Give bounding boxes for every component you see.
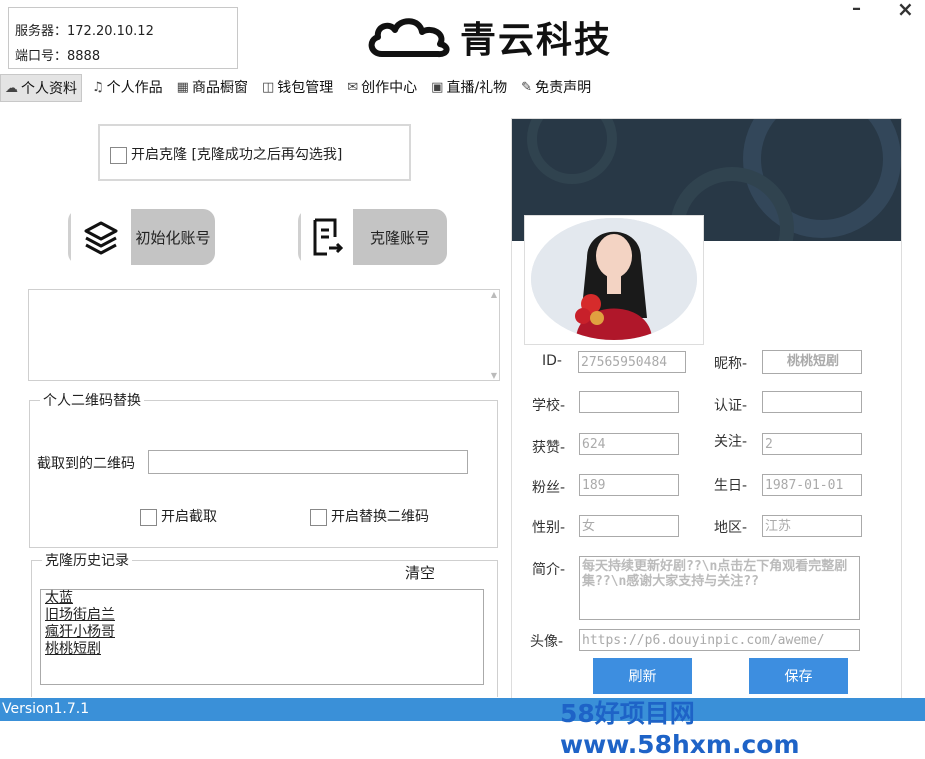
checkbox-square [110,146,127,164]
app-logo: 青云科技 [364,8,612,66]
export-doc-icon [298,209,353,265]
birthday-label: 生日- [714,478,748,494]
close-button[interactable]: × [897,0,914,21]
gender-label: 性别- [532,520,566,536]
cert-field[interactable] [762,391,862,413]
qr-group-title: 个人二维码替换 [40,390,144,410]
music-icon: ♫ [92,79,104,95]
init-account-button[interactable]: 初始化账号 [68,209,215,265]
list-item[interactable]: 瘋犴小杨哥 [45,624,483,641]
likes-label: 获赞- [532,440,566,456]
fans-label: 粉丝- [532,480,566,496]
region-label: 地区- [714,520,748,536]
server-address: 服务器：172.20.10.12 [15,24,154,39]
bio-label: 简介- [532,562,566,578]
history-group-title: 克隆历史记录 [42,550,132,570]
tab-personal-info[interactable]: ☁ 个人资料 [0,74,82,102]
scroll-up-icon[interactable]: ▲ [491,290,497,299]
cloud-icon: ☁ [5,80,18,96]
scroll-down-icon[interactable]: ▼ [491,371,497,380]
id-field[interactable]: 27565950484 [578,351,686,373]
version-label: Version1.7.1 [2,701,90,717]
store-icon: ▦ [176,79,189,95]
avatar[interactable] [531,218,697,340]
bio-field[interactable]: 每天持续更新好剧??\n点击左下角观看完整剧集??\n感谢大家支持与关注?? [579,556,860,620]
list-item[interactable]: 太蓝 [45,590,483,607]
server-info-box: 服务器：172.20.10.12 端口号：8888 [8,7,238,69]
avatar-url-label: 头像- [530,634,564,650]
clone-account-button[interactable]: 克隆账号 [298,209,447,265]
tab-live-gift[interactable]: ▣ 直播/礼物 [427,74,511,100]
tab-creator[interactable]: ✉ 创作中心 [343,74,421,100]
enable-capture-checkbox[interactable]: 开启截取 [140,506,217,526]
follow-field[interactable]: 2 [762,433,862,455]
avatar-url-field[interactable]: https://p6.douyinpic.com/aweme/ [579,629,860,651]
enable-replace-checkbox[interactable]: 开启替换二维码 [310,506,429,526]
gender-field[interactable]: 女 [579,515,679,537]
save-button[interactable]: 保存 [749,658,848,694]
log-textarea[interactable]: ▲ ▼ [28,289,500,381]
server-port: 端口号：8888 [15,49,101,64]
logo-text: 青云科技 [460,19,613,61]
clear-history-button[interactable]: 清空 [405,562,435,583]
mail-icon: ✉ [347,79,359,95]
tv-icon: ▣ [431,79,444,95]
avatar-frame [524,215,704,345]
tab-store[interactable]: ▦ 商品橱窗 [173,74,252,100]
history-list: 太蓝 旧场街启兰 瘋犴小杨哥 桃桃短剧 [40,589,484,685]
minimize-button[interactable]: – [852,0,861,19]
layers-icon [68,209,131,265]
id-label: ID- [542,353,562,369]
main-tabs: ☁ 个人资料 ♫ 个人作品 ▦ 商品橱窗 ◫ 钱包管理 ✉ 创作中心 ▣ 直播/… [0,74,925,102]
fans-field[interactable]: 189 [579,474,679,496]
tab-wallet[interactable]: ◫ 钱包管理 [258,74,337,100]
tab-works[interactable]: ♫ 个人作品 [88,74,167,100]
nickname-field[interactable]: 桃桃短剧 [762,350,862,374]
school-field[interactable] [579,391,679,413]
birthday-field[interactable]: 1987-01-01 [762,474,862,496]
note-icon: ✎ [521,79,533,95]
cloud-icon [368,18,450,58]
region-field[interactable]: 江苏 [762,515,862,537]
school-label: 学校- [532,398,566,414]
cert-label: 认证- [714,398,748,414]
profile-panel: ID- 27565950484 昵称- 桃桃短剧 学校- 认证- 获赞- 624… [511,118,902,700]
list-item[interactable]: 旧场街启兰 [45,607,483,624]
enable-clone-checkbox[interactable]: 开启克隆 [克隆成功之后再勾选我] [110,144,342,164]
captured-qr-input[interactable] [148,450,468,474]
nickname-label: 昵称- [714,356,748,372]
list-item[interactable]: 桃桃短剧 [45,641,483,658]
refresh-button[interactable]: 刷新 [593,658,692,694]
watermark-text: 58好项目网www.58hxm.com [560,699,800,759]
likes-field[interactable]: 624 [579,433,679,455]
captured-qr-label: 截取到的二维码 [37,456,135,472]
wallet-icon: ◫ [261,79,275,95]
checkbox-square [310,508,327,526]
checkbox-square [140,508,157,526]
follow-label: 关注- [714,434,748,450]
clone-option-box: 开启克隆 [克隆成功之后再勾选我] [98,124,411,181]
tab-disclaimer[interactable]: ✎ 免责声明 [517,74,595,100]
